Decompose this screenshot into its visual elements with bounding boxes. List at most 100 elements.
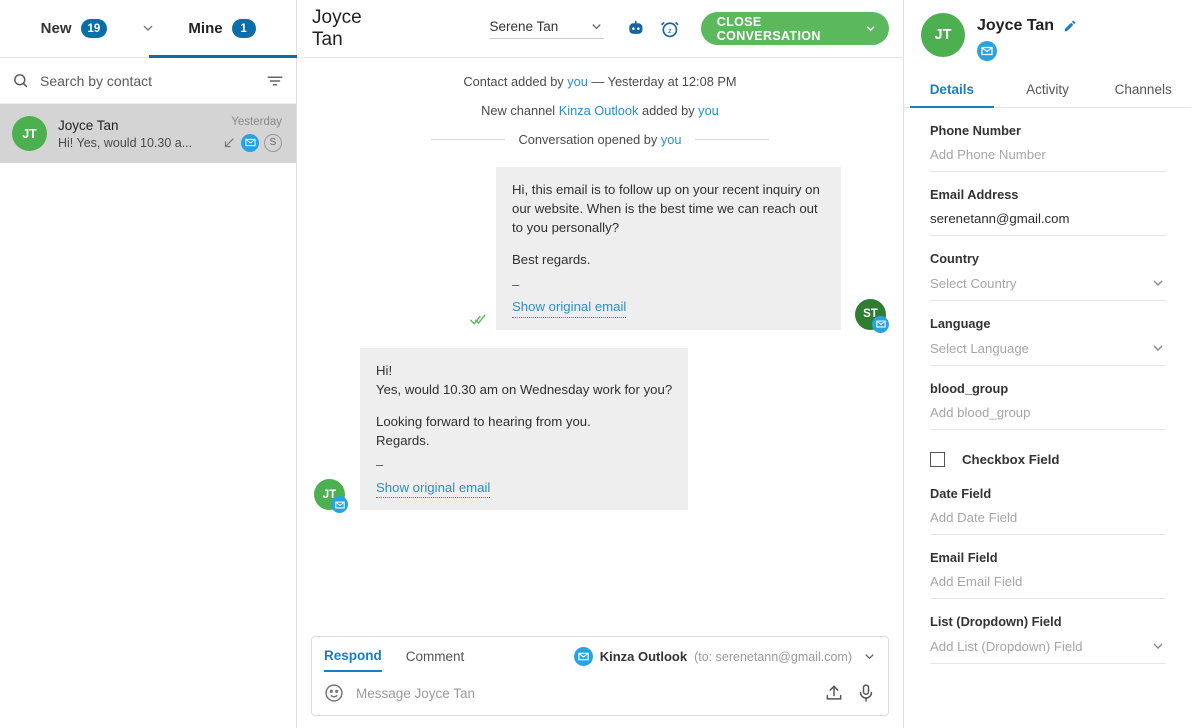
tab-activity[interactable]: Activity — [1000, 73, 1096, 107]
message-bubble: Hi, this email is to follow up on your r… — [496, 167, 841, 330]
language-select[interactable]: Select Language — [930, 340, 1166, 366]
composer-tab-respond[interactable]: Respond — [324, 648, 382, 672]
filter-icon[interactable] — [266, 72, 284, 90]
composer-channel-recipient: (to: serenetann@gmail.com) — [694, 649, 852, 664]
list-dropdown-select[interactable]: Add List (Dropdown) Field — [930, 638, 1166, 664]
assignee-select[interactable]: Serene Tan — [489, 19, 605, 39]
system-event-link-you[interactable]: you — [567, 74, 588, 89]
message-dash: – — [512, 276, 520, 292]
tab-details[interactable]: Details — [904, 73, 1000, 108]
avatar: JT — [12, 116, 47, 151]
message-input[interactable] — [356, 685, 812, 701]
field-email: Email Field Add Email Field — [930, 535, 1166, 599]
phone-number-input[interactable]: Add Phone Number — [930, 147, 1166, 172]
country-select[interactable]: Select Country — [930, 275, 1166, 301]
alarm-snooze-icon[interactable]: z — [660, 18, 680, 40]
contact-fields-list: Phone Number Add Phone Number Email Addr… — [904, 108, 1191, 728]
system-event-link-you[interactable]: you — [661, 132, 682, 147]
field-checkbox[interactable]: Checkbox Field — [930, 430, 1166, 471]
search-bar — [0, 58, 296, 104]
field-date: Date Field Add Date Field — [930, 471, 1166, 535]
divider-rule-left — [430, 139, 505, 140]
message-bubble: Hi! Yes, would 10.30 am on Wednesday wor… — [360, 347, 689, 511]
message-dash: – — [376, 457, 384, 473]
composer-input-row — [312, 673, 888, 715]
system-event-text: added by — [638, 103, 699, 118]
composer-toolbar: Respond Comment Kinza Outlook (to: seren… — [312, 637, 888, 673]
conversation-item-preview: Hi! Yes, would 10.30 a... — [58, 135, 193, 150]
message-signoff: Best regards. — [512, 252, 591, 268]
system-event-link-channel[interactable]: Kinza Outlook — [559, 103, 639, 118]
composer-channel-name: Kinza Outlook — [599, 649, 688, 664]
composer-tab-comment[interactable]: Comment — [406, 649, 465, 671]
conversation-pane: Joyce Tan Serene Tan z CLOSE CONVERSATIO… — [297, 0, 904, 728]
close-conversation-label: CLOSE CONVERSATION — [716, 14, 821, 43]
email-icon — [331, 496, 348, 514]
upload-icon[interactable] — [824, 683, 844, 703]
field-label: List (Dropdown) Field — [930, 614, 1062, 629]
field-label: Country — [930, 251, 980, 266]
inbox-folder-tabs: New 19 Mine 1 — [0, 0, 297, 58]
inbox-sidebar: New 19 Mine 1 JT Joyce Tan Hi! Yes, woul… — [0, 0, 297, 728]
divider-rule-right — [695, 139, 770, 140]
arrow-incoming-icon — [224, 137, 234, 147]
email-icon — [573, 647, 593, 666]
emoji-icon[interactable] — [324, 683, 344, 703]
message-line-1: Hi! — [376, 362, 393, 378]
field-blood-group: blood_group Add blood_group — [930, 366, 1166, 430]
email-field-input[interactable]: Add Email Field — [930, 574, 1166, 599]
conversation-item-meta: Yesterday S — [222, 116, 282, 152]
field-language: Language Select Language — [930, 301, 1166, 366]
chevron-down-icon — [866, 26, 875, 32]
conversation-list: JT Joyce Tan Hi! Yes, would 10.30 a... Y… — [0, 104, 296, 728]
svg-text:z: z — [668, 26, 672, 35]
message-row-incoming: JT Hi! Yes, would 10.30 am on Wednesday … — [297, 347, 903, 514]
close-conversation-button[interactable]: CLOSE CONVERSATION — [700, 12, 889, 45]
field-label: Phone Number — [930, 123, 1022, 138]
app-root: New 19 Mine 1 JT Joyce Tan Hi! Yes, woul… — [0, 0, 1192, 728]
system-event-opened-text: Conversation opened by you — [519, 132, 682, 147]
country-select-value: Select Country — [930, 275, 1017, 291]
email-icon — [872, 315, 889, 333]
email-icon — [977, 41, 997, 61]
microphone-icon[interactable] — [856, 683, 876, 703]
conversation-item-time: Yesterday — [231, 115, 282, 128]
chevron-down-icon — [592, 23, 601, 29]
field-label: Email Field — [930, 550, 998, 565]
field-label: Date Field — [930, 486, 992, 501]
inbox-tab-new-label: New — [40, 20, 72, 37]
search-input[interactable] — [40, 72, 255, 89]
show-original-email-link[interactable]: Show original email — [376, 478, 491, 499]
double-check-icon — [470, 314, 486, 325]
date-field-input[interactable]: Add Date Field — [930, 510, 1166, 535]
system-event-timestamp: — Yesterday at 12:08 PM — [587, 74, 737, 89]
page-title: Joyce Tan — [312, 6, 362, 50]
inbox-tab-mine-label: Mine — [188, 20, 223, 37]
tab-channels[interactable]: Channels — [1095, 73, 1191, 107]
message-row-outgoing: Hi, this email is to follow up on your r… — [297, 167, 903, 333]
conversation-item-name: Joyce Tan — [58, 117, 119, 133]
field-phone-number: Phone Number Add Phone Number — [930, 108, 1166, 172]
system-event-channel-added: New channel Kinza Outlook added by you — [297, 103, 903, 118]
conversation-list-item[interactable]: JT Joyce Tan Hi! Yes, would 10.30 a... Y… — [0, 104, 296, 163]
message-thread: Contact added by you — Yesterday at 12:0… — [297, 58, 903, 636]
bot-icon[interactable] — [626, 18, 646, 40]
message-composer: Respond Comment Kinza Outlook (to: seren… — [311, 636, 889, 716]
system-event-link-you[interactable]: you — [698, 103, 719, 118]
blood-group-input[interactable]: Add blood_group — [930, 405, 1166, 430]
inbox-tab-mine[interactable]: Mine 1 — [148, 0, 296, 58]
inbox-tab-new[interactable]: New 19 — [0, 0, 148, 58]
pencil-icon[interactable] — [1063, 19, 1077, 33]
email-address-input[interactable]: serenetann@gmail.com — [930, 211, 1166, 236]
chevron-down-icon — [1153, 345, 1163, 351]
show-original-email-link[interactable]: Show original email — [512, 297, 627, 318]
checkbox-field-box[interactable] — [930, 452, 945, 467]
contact-details-panel: JT Joyce Tan Details Activity Channels P… — [904, 0, 1191, 728]
composer-channel-select[interactable]: Kinza Outlook (to: serenetann@gmail.com) — [573, 647, 877, 673]
field-email-address: Email Address serenetann@gmail.com — [930, 172, 1166, 236]
active-tab-underline — [148, 55, 297, 58]
inbox-tab-new-count: 19 — [80, 19, 108, 38]
system-event-conversation-opened: Conversation opened by you — [297, 132, 903, 147]
inbox-tab-mine-count: 1 — [231, 19, 256, 38]
